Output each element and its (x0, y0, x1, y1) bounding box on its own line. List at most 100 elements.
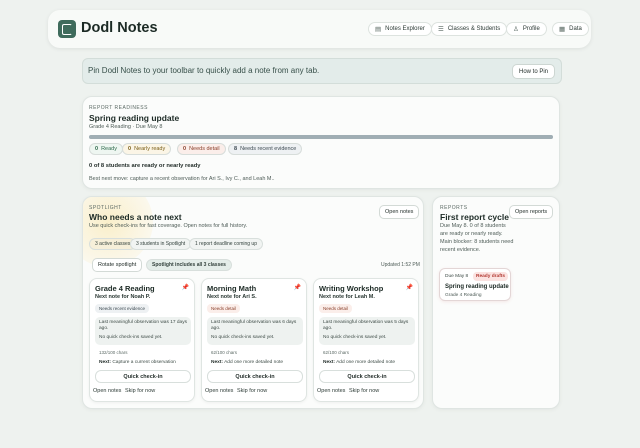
checkins-text: No quick check-ins saved yet. (99, 334, 163, 340)
next-label: Next: (99, 360, 111, 365)
open-notes-button[interactable]: Open notes (379, 205, 420, 219)
rotate-spotlight-button[interactable]: Rotate spotlight (92, 258, 143, 272)
class-status-tag: Needs recent evidence (95, 304, 150, 313)
nav-label: Data (569, 26, 582, 32)
pill-nearly-ready: 0 Nearly ready (122, 143, 172, 155)
chip-report-deadline: 1 report deadline coming up (189, 238, 263, 250)
readiness-progress-bar (89, 135, 553, 139)
class-title: Grade 4 Reading (95, 284, 155, 293)
readiness-progress-fill (89, 135, 553, 139)
pill-count: 0 (128, 146, 132, 152)
readiness-summary: 0 of 8 students are ready or nearly read… (89, 163, 201, 169)
open-notes-link[interactable]: Open notes (317, 388, 345, 394)
char-count: 62/100 chars (211, 350, 238, 355)
database-icon: ▦ (559, 26, 566, 33)
note-icon: ▤ (375, 26, 382, 33)
readiness-kicker: REPORT READINESS (89, 105, 148, 111)
nav-data[interactable]: ▦ Data (552, 22, 589, 36)
checkins-text: No quick check-ins saved yet. (323, 334, 387, 340)
pill-needs-detail: 0 Needs detail (177, 143, 226, 155)
reports-description: Due May 8. 0 of 8 students are ready or … (440, 223, 514, 253)
pin-icon[interactable]: 📌 (294, 284, 301, 291)
pin-banner: Pin Dodl Notes to your toolbar to quickl… (82, 58, 562, 84)
pill-count: 0 (95, 146, 99, 152)
observation-text: Last meaningful observation was 17 days … (99, 320, 187, 332)
pin-icon[interactable]: 📌 (182, 284, 189, 291)
spotlight-subtitle: Use quick check-ins for fast coverage. O… (89, 223, 248, 229)
pill-needs-recent-evidence: 8 Needs recent evidence (228, 143, 303, 155)
char-count: 132/100 chars (99, 350, 128, 355)
spotlight-kicker: SPOTLIGHT (89, 205, 122, 211)
person-icon: ♙ (513, 26, 519, 33)
nav-label: Profile (522, 26, 540, 32)
spotlight-title: Who needs a note next (89, 212, 182, 222)
class-next-note: Next note for Noah P. (95, 294, 151, 300)
skip-for-now-link[interactable]: Skip for now (125, 388, 155, 394)
nav-label: Classes & Students (447, 26, 501, 32)
observation-text: Last meaningful observation was 6 days a… (211, 320, 297, 332)
report-item-card[interactable]: Due May 8 Ready drafts Spring reading up… (439, 268, 511, 301)
pill-count: 8 (234, 146, 238, 152)
class-status-tag: Needs detail (319, 304, 353, 313)
reports-card: REPORTS First report cycle Open reports … (432, 196, 560, 409)
report-item-subtitle: Grade 4 Reading (445, 293, 482, 298)
class-title: Writing Workshop (319, 284, 384, 293)
report-readiness-card: REPORT READINESS Spring reading update G… (82, 96, 560, 189)
pill-label: Needs detail (189, 146, 220, 152)
quick-check-in-button[interactable]: Quick check-in (207, 370, 303, 383)
quick-check-in-button[interactable]: Quick check-in (319, 370, 415, 383)
list-icon: ☰ (438, 26, 444, 33)
class-observation-box[interactable]: Last meaningful observation was 17 days … (95, 317, 191, 345)
next-label: Next: (211, 360, 223, 365)
pin-banner-text: Pin Dodl Notes to your toolbar to quickl… (88, 66, 320, 75)
class-status-tag: Needs detail (207, 304, 241, 313)
dodl-logo-icon (58, 20, 76, 38)
class-card-morning-math: Morning Math 📌 Next note for Ari S. Need… (201, 278, 307, 402)
skip-for-now-link[interactable]: Skip for now (237, 388, 267, 394)
spotlight-updated: Updated 1:52 PM (381, 262, 420, 268)
report-status-badge: Ready drafts (473, 272, 509, 281)
class-card-grade-4-reading: Grade 4 Reading 📌 Next note for Noah P. … (89, 278, 195, 402)
char-count: 62/100 chars (323, 350, 350, 355)
open-notes-link[interactable]: Open notes (93, 388, 121, 394)
pill-label: Nearly ready (134, 146, 166, 152)
next-text: Capture a current observation (112, 360, 176, 365)
checkins-text: No quick check-ins saved yet. (211, 334, 275, 340)
reports-kicker: REPORTS (440, 205, 468, 211)
nav-profile[interactable]: ♙ Profile (506, 22, 547, 36)
next-text: Add one more detailed note (336, 360, 396, 365)
report-item-title: Spring reading update (445, 284, 509, 290)
pill-label: Needs recent evidence (240, 146, 297, 152)
next-text: Add one more detailed note (224, 360, 284, 365)
open-reports-button[interactable]: Open reports (509, 205, 554, 219)
readiness-next-move: Best next move: capture a recent observa… (89, 176, 275, 182)
brand-name: Dodl Notes (81, 20, 158, 36)
readiness-title: Spring reading update (89, 113, 180, 123)
pin-icon[interactable]: 📌 (406, 284, 413, 291)
observation-text: Last meaningful observation was 5 days a… (323, 320, 409, 332)
class-title: Morning Math (207, 284, 257, 293)
nav-label: Notes Explorer (385, 26, 425, 32)
readiness-subtitle: Grade 4 Reading · Due May 8 (89, 124, 163, 130)
skip-for-now-link[interactable]: Skip for now (349, 388, 379, 394)
class-next-step: Next: Add one more detailed note (211, 360, 283, 365)
chip-students-in-spotlight: 3 students in Spotlight (130, 238, 192, 250)
quick-check-in-button[interactable]: Quick check-in (95, 370, 191, 383)
pill-label: Ready (101, 146, 117, 152)
open-notes-link[interactable]: Open notes (205, 388, 233, 394)
nav-classes-students[interactable]: ☰ Classes & Students (431, 22, 508, 36)
how-to-pin-button[interactable]: How to Pin (511, 64, 555, 79)
spotlight-includes-badge: Spotlight includes all 3 classes (146, 259, 232, 271)
pill-ready: 0 Ready (89, 143, 123, 155)
class-next-step: Next: Add one more detailed note (323, 360, 395, 365)
next-label: Next: (323, 360, 335, 365)
class-observation-box[interactable]: Last meaningful observation was 5 days a… (319, 317, 415, 345)
class-observation-box[interactable]: Last meaningful observation was 6 days a… (207, 317, 303, 345)
class-card-writing-workshop: Writing Workshop 📌 Next note for Leah M.… (313, 278, 419, 402)
class-next-step: Next: Capture a current observation (99, 360, 176, 365)
reports-title: First report cycle (440, 212, 509, 222)
class-next-note: Next note for Ari S. (207, 294, 257, 300)
class-next-note: Next note for Leah M. (319, 294, 375, 300)
report-due: Due May 8 (445, 274, 469, 279)
nav-notes-explorer[interactable]: ▤ Notes Explorer (368, 22, 432, 36)
